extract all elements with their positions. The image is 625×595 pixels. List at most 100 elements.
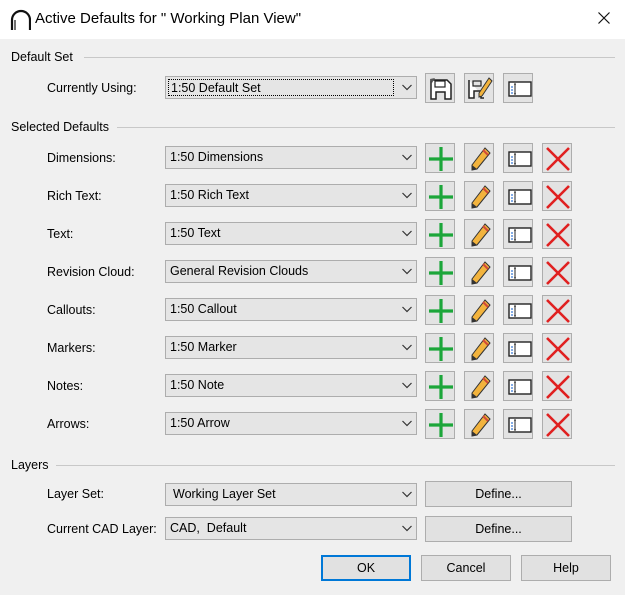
chevron-down-icon — [402, 306, 412, 313]
selected-default-value: 1:50 Callout — [170, 302, 237, 316]
rename-button[interactable] — [503, 295, 533, 325]
chief-architect-arc-icon — [10, 9, 31, 30]
rename-button[interactable] — [503, 409, 533, 439]
add-button[interactable] — [425, 371, 455, 401]
section-divider — [84, 57, 615, 58]
cancel-button[interactable]: Cancel — [421, 555, 511, 581]
add-button[interactable] — [425, 219, 455, 249]
selected-default-label: Rich Text: — [47, 189, 102, 203]
delete-button[interactable] — [542, 181, 572, 211]
rename-icon — [508, 341, 532, 357]
default-set-section-label: Default Set — [11, 50, 73, 64]
selected-default-value: 1:50 Marker — [170, 340, 237, 354]
selected-default-select[interactable]: 1:50 Callout — [165, 298, 417, 321]
rename-button[interactable] — [503, 143, 533, 173]
selected-default-select[interactable]: 1:50 Text — [165, 222, 417, 245]
selected-default-select[interactable]: 1:50 Note — [165, 374, 417, 397]
edit-button[interactable] — [464, 143, 494, 173]
chevron-down-icon — [402, 84, 412, 91]
layer-set-label: Layer Set: — [47, 487, 104, 501]
rename-button[interactable] — [503, 257, 533, 287]
edit-button[interactable] — [464, 333, 494, 363]
add-button[interactable] — [425, 257, 455, 287]
help-button[interactable]: Help — [521, 555, 611, 581]
selected-defaults-section-label: Selected Defaults — [11, 120, 109, 134]
delete-button[interactable] — [542, 219, 572, 249]
chevron-down-icon — [402, 154, 412, 161]
edit-pencil-icon — [471, 185, 491, 209]
layer-set-select[interactable]: Working Layer Set — [165, 483, 417, 506]
close-button[interactable] — [583, 0, 625, 39]
selected-default-select[interactable]: 1:50 Marker — [165, 336, 417, 359]
add-button[interactable] — [425, 409, 455, 439]
rename-button[interactable] — [503, 219, 533, 249]
current-cad-layer-select[interactable]: CAD, Default — [165, 517, 417, 540]
delete-button[interactable] — [542, 333, 572, 363]
selected-default-value: 1:50 Arrow — [170, 416, 230, 430]
rename-icon — [508, 151, 532, 167]
define-layer-set-button[interactable]: Define... — [425, 481, 572, 507]
add-button[interactable] — [425, 143, 455, 173]
delete-x-icon — [546, 223, 570, 247]
currently-using-label: Currently Using: — [47, 81, 137, 95]
selected-default-label: Notes: — [47, 379, 84, 393]
delete-x-icon — [546, 337, 570, 361]
selected-default-value: 1:50 Dimensions — [170, 150, 264, 164]
add-button[interactable] — [425, 295, 455, 325]
selected-default-label: Dimensions: — [47, 151, 116, 165]
add-icon — [429, 223, 453, 247]
chevron-down-icon — [402, 382, 412, 389]
selected-default-select[interactable]: General Revision Clouds — [165, 260, 417, 283]
save-set-icon — [430, 78, 452, 100]
add-icon — [429, 375, 453, 399]
delete-button[interactable] — [542, 371, 572, 401]
add-icon — [429, 413, 453, 437]
add-icon — [429, 299, 453, 323]
selected-default-label: Markers: — [47, 341, 96, 355]
save-set-button[interactable] — [425, 73, 455, 103]
rename-icon — [508, 227, 532, 243]
selected-default-value: 1:50 Note — [170, 378, 225, 392]
define-cad-layer-button[interactable]: Define... — [425, 516, 572, 542]
delete-x-icon — [546, 185, 570, 209]
delete-x-icon — [546, 299, 570, 323]
chevron-down-icon — [402, 420, 412, 427]
edit-pencil-icon — [471, 337, 491, 361]
rename-button[interactable] — [503, 333, 533, 363]
selected-default-value: 1:50 Text — [170, 226, 221, 240]
delete-button[interactable] — [542, 295, 572, 325]
selected-default-value: General Revision Clouds — [170, 264, 309, 278]
currently-using-select[interactable]: 1:50 Default Set — [165, 76, 417, 99]
edit-button[interactable] — [464, 257, 494, 287]
edit-button[interactable] — [464, 219, 494, 249]
selected-default-select[interactable]: 1:50 Rich Text — [165, 184, 417, 207]
add-button[interactable] — [425, 333, 455, 363]
close-icon — [598, 12, 610, 24]
edit-button[interactable] — [464, 181, 494, 211]
ok-button[interactable]: OK — [321, 555, 411, 581]
rename-icon — [508, 379, 532, 395]
edit-button[interactable] — [464, 295, 494, 325]
edit-button[interactable] — [464, 371, 494, 401]
section-divider — [56, 465, 615, 466]
delete-button[interactable] — [542, 409, 572, 439]
selected-default-select[interactable]: 1:50 Dimensions — [165, 146, 417, 169]
edit-button[interactable] — [464, 409, 494, 439]
edit-set-button[interactable] — [464, 73, 494, 103]
section-divider — [117, 127, 615, 128]
current-cad-layer-label: Current CAD Layer: — [47, 522, 157, 536]
selected-default-select[interactable]: 1:50 Arrow — [165, 412, 417, 435]
delete-button[interactable] — [542, 257, 572, 287]
layer-set-value: Working Layer Set — [173, 487, 276, 501]
delete-button[interactable] — [542, 143, 572, 173]
chevron-down-icon — [402, 268, 412, 275]
add-button[interactable] — [425, 181, 455, 211]
delete-x-icon — [546, 413, 570, 437]
rename-set-button[interactable] — [503, 73, 533, 103]
chevron-down-icon — [402, 525, 412, 532]
chevron-down-icon — [402, 491, 412, 498]
rename-button[interactable] — [503, 181, 533, 211]
add-icon — [429, 147, 453, 171]
title-bar: Active Defaults for " Working Plan View" — [0, 0, 625, 39]
rename-button[interactable] — [503, 371, 533, 401]
